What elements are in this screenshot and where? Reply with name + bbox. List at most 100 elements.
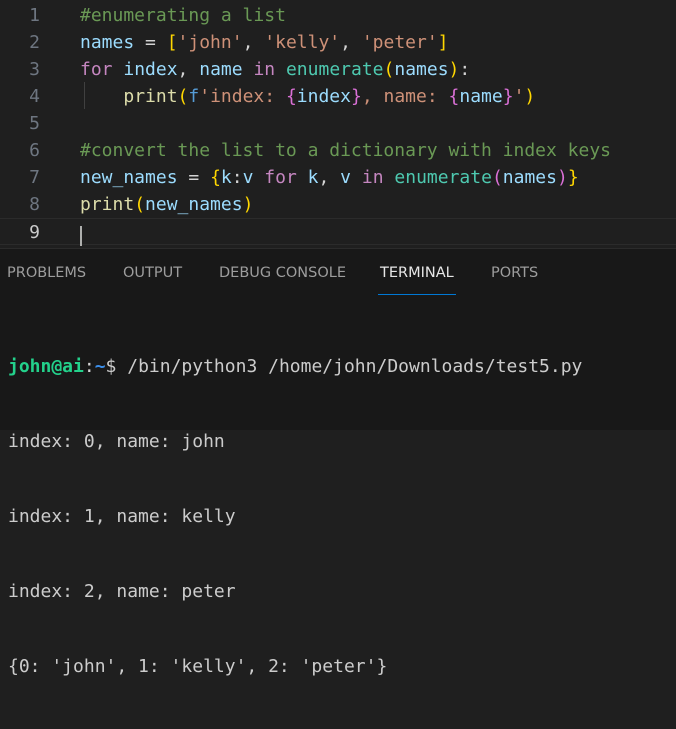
code-line: 4 print(f'index: {index}, name: {name}') xyxy=(0,83,676,110)
code-token: print xyxy=(80,194,135,215)
code-token: k xyxy=(220,167,232,188)
code-token: 'john' xyxy=(177,32,243,53)
code-token: #convert the list to a dictionary with i… xyxy=(80,140,612,161)
code-token: : xyxy=(459,59,471,80)
code-token: { xyxy=(210,167,221,188)
code-token: new_names xyxy=(145,194,243,215)
code-token: , xyxy=(177,59,200,80)
code-token: in xyxy=(361,167,384,188)
code-token: for xyxy=(80,59,113,80)
code-token: names xyxy=(502,167,557,188)
terminal-output-line: index: 1, name: kelly xyxy=(8,506,236,527)
line-code: names = ['john', 'kelly', 'peter'] xyxy=(80,29,449,56)
tab-ports[interactable]: PORTS xyxy=(491,249,538,295)
code-token: print xyxy=(123,86,178,107)
code-token: , name: xyxy=(361,86,449,107)
code-token: } xyxy=(567,167,579,188)
code-token: ] xyxy=(437,32,449,53)
tab-terminal[interactable]: TERMINAL xyxy=(378,249,456,295)
code-token: v xyxy=(242,167,254,188)
line-number: 3 xyxy=(29,59,40,80)
code-line: 1 #enumerating a list xyxy=(0,2,676,29)
code-token: index xyxy=(123,59,178,80)
code-token: } xyxy=(502,86,514,107)
terminal-prompt-line: john@ai:~$ /bin/python3 /home/john/Downl… xyxy=(8,354,676,379)
code-token: , xyxy=(340,32,362,53)
code-line: 6 #convert the list to a dictionary with … xyxy=(0,137,676,164)
line-number: 5 xyxy=(29,113,40,134)
code-token: ( xyxy=(383,59,395,80)
terminal-output-line: index: 0, name: john xyxy=(8,431,225,452)
code-token: ( xyxy=(134,194,146,215)
code-token: ) xyxy=(448,59,460,80)
code-token: for xyxy=(264,167,297,188)
code-token: index xyxy=(296,86,351,107)
code-token: , xyxy=(242,32,265,53)
tab-problems[interactable]: PROBLEMS xyxy=(7,249,86,295)
line-number: 6 xyxy=(29,140,40,161)
code-token: = xyxy=(134,32,167,53)
line-code: new_names = {k:v for k, v in enumerate(n… xyxy=(80,164,579,191)
terminal-output[interactable]: john@ai:~$ /bin/python3 /home/john/Downl… xyxy=(8,304,676,729)
prompt-separator: : xyxy=(83,356,95,377)
code-token: v xyxy=(340,167,352,188)
code-token: 'index: xyxy=(199,86,286,107)
line-code: for index, name in enumerate(names): xyxy=(80,56,470,83)
code-token: = xyxy=(177,167,211,188)
code-line: 3 for index, name in enumerate(names): xyxy=(0,56,676,83)
code-token: f xyxy=(188,86,200,107)
prompt-path: ~ xyxy=(94,356,106,377)
code-token: enumerate xyxy=(394,167,492,188)
line-number: 8 xyxy=(29,194,40,215)
line-number: 7 xyxy=(29,167,40,188)
code-token: , xyxy=(318,167,341,188)
line-number: 1 xyxy=(29,5,40,26)
code-token: ) xyxy=(556,167,568,188)
code-line: 5 xyxy=(0,110,676,137)
code-token: ( xyxy=(491,167,503,188)
code-token: in xyxy=(253,59,276,80)
code-token: } xyxy=(350,86,362,107)
code-token: new_names xyxy=(80,167,178,188)
code-token: #enumerating a list xyxy=(80,5,286,26)
code-token: { xyxy=(285,86,297,107)
line-code: print(new_names) xyxy=(80,191,253,218)
tab-debug-console[interactable]: DEBUG CONSOLE xyxy=(219,249,346,295)
code-token: names xyxy=(80,32,135,53)
panel-tabs: PROBLEMS OUTPUT DEBUG CONSOLE TERMINAL P… xyxy=(0,249,676,295)
line-number: 9 xyxy=(29,222,40,243)
code-token: name xyxy=(199,59,243,80)
code-token: names xyxy=(394,59,449,80)
bottom-panel: PROBLEMS OUTPUT DEBUG CONSOLE TERMINAL P… xyxy=(0,248,676,677)
code-token: k xyxy=(307,167,319,188)
code-line: 2 names = ['john', 'kelly', 'peter'] xyxy=(0,29,676,56)
prompt-user: john@ai xyxy=(8,356,84,377)
terminal-output-line: index: 2, name: peter xyxy=(8,581,236,602)
line-number: 4 xyxy=(29,86,40,107)
line-code: #enumerating a list xyxy=(80,2,286,29)
code-token: ' xyxy=(513,86,525,107)
code-editor[interactable]: 1 #enumerating a list 2 names = ['john', 'k… xyxy=(0,0,676,248)
prompt-symbol: $ xyxy=(105,356,128,377)
code-token: 'kelly' xyxy=(264,32,341,53)
tab-output[interactable]: OUTPUT xyxy=(123,249,182,295)
line-code: print(f'index: {index}, name: {name}') xyxy=(80,83,535,110)
code-token: ) xyxy=(242,194,254,215)
code-line: 8 print(new_names) xyxy=(0,191,676,218)
code-line: 7 new_names = {k:v for k, v in enumerate(… xyxy=(0,164,676,191)
code-token: ( xyxy=(177,86,189,107)
code-token: : xyxy=(231,167,243,188)
terminal-command: /bin/python3 /home/john/Downloads/test5.… xyxy=(127,356,583,377)
code-token: enumerate xyxy=(285,59,384,80)
code-line: 9 xyxy=(0,218,676,245)
code-token: 'peter' xyxy=(361,32,438,53)
code-token: [ xyxy=(166,32,178,53)
